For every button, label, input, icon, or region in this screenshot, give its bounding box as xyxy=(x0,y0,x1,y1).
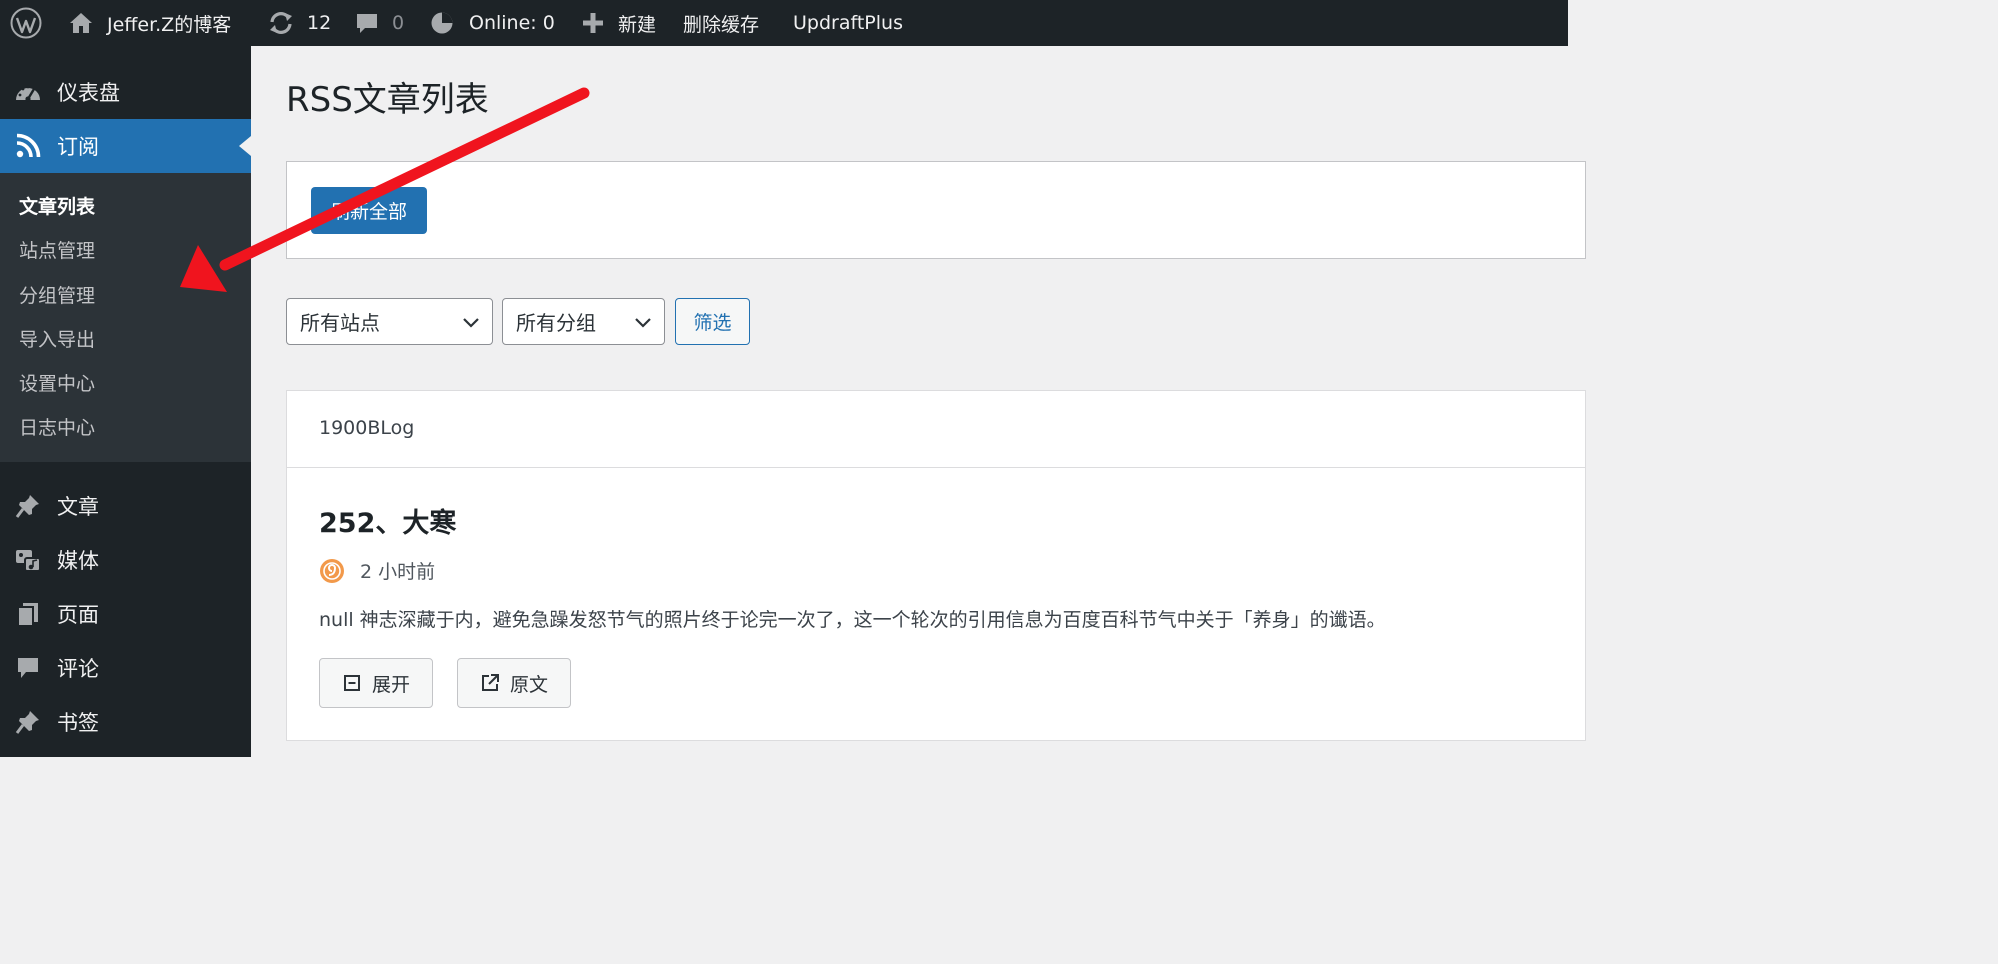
collapse-square-icon xyxy=(343,675,360,691)
group-filter-select[interactable]: 所有分组 xyxy=(502,298,665,345)
admin-bar: Jeffer.Z的博客 12 0 Online: 0 新建 删除缓存 Updra… xyxy=(0,0,1568,46)
menu-comments[interactable]: 评论 xyxy=(0,641,251,695)
page-title: RSS文章列表 xyxy=(286,80,489,120)
menu-posts-label: 文章 xyxy=(57,495,99,519)
admin-sidebar: 仪表盘 订阅 文章列表 站点管理 分组管理 导入导出 设置中心 日志中心 文章 xyxy=(0,46,251,757)
submenu-article-list[interactable]: 文章列表 xyxy=(19,192,95,222)
refresh-icon xyxy=(267,10,295,36)
subscribe-submenu: 文章列表 站点管理 分组管理 导入导出 设置中心 日志中心 xyxy=(0,173,251,462)
home-icon xyxy=(68,10,94,36)
rss-icon xyxy=(14,132,42,160)
site-avatar-icon xyxy=(320,558,344,583)
new-label: 新建 xyxy=(618,13,657,36)
feed-site-name: 1900BLog xyxy=(319,417,415,439)
bookmark-pin-icon xyxy=(14,708,42,736)
comments-count: 0 xyxy=(392,12,405,34)
comment-bubble-icon xyxy=(355,11,379,35)
menu-media-label: 媒体 xyxy=(57,549,99,573)
chevron-down-icon xyxy=(635,318,651,328)
menu-bookmarks-label: 书签 xyxy=(57,711,99,735)
updraftplus-link[interactable]: UpdraftPlus xyxy=(793,0,903,46)
original-label: 原文 xyxy=(509,674,548,696)
chevron-down-icon xyxy=(463,318,479,328)
site-filter-select[interactable]: 所有站点 xyxy=(286,298,493,345)
plus-icon xyxy=(582,12,604,34)
filter-button[interactable]: 筛选 xyxy=(675,298,750,345)
comments-link[interactable]: 0 xyxy=(355,0,404,46)
pages-icon xyxy=(14,600,42,628)
menu-posts[interactable]: 文章 xyxy=(0,479,251,533)
menu-dashboard[interactable]: 仪表盘 xyxy=(0,65,251,119)
menu-subscribe-label: 订阅 xyxy=(57,135,99,159)
menu-subscribe[interactable]: 订阅 xyxy=(0,119,251,173)
post-excerpt: null 神志深藏于内，避免急躁发怒节气的照片终于论完一次了，这一个轮次的引用信… xyxy=(319,609,1386,631)
feed-item-card: 1900BLog 252、大寒 2 小时前 null 神志深藏于内，避免急躁发怒… xyxy=(286,390,1586,741)
external-link-icon xyxy=(481,674,499,691)
actions-card: 刷新全部 xyxy=(286,161,1586,259)
expand-label: 展开 xyxy=(371,674,410,696)
menu-bookmarks[interactable]: 书签 xyxy=(0,695,251,749)
submenu-site-manage[interactable]: 站点管理 xyxy=(19,236,95,266)
updates-link[interactable]: 12 xyxy=(267,0,331,46)
group-filter-value: 所有分组 xyxy=(516,311,596,335)
submenu-settings[interactable]: 设置中心 xyxy=(19,369,95,399)
media-icon xyxy=(14,546,42,574)
original-link-button[interactable]: 原文 xyxy=(457,658,571,708)
menu-media[interactable]: 媒体 xyxy=(0,533,251,587)
submenu-import-export[interactable]: 导入导出 xyxy=(19,325,95,355)
pushpin-icon xyxy=(14,492,42,520)
post-title[interactable]: 252、大寒 xyxy=(319,501,456,540)
menu-pages[interactable]: 页面 xyxy=(0,587,251,641)
clear-cache-link[interactable]: 删除缓存 xyxy=(683,0,759,46)
post-time: 2 小时前 xyxy=(360,561,436,583)
menu-comments-label: 评论 xyxy=(57,657,99,681)
menu-dashboard-label: 仪表盘 xyxy=(57,81,120,105)
submenu-logs[interactable]: 日志中心 xyxy=(19,413,95,443)
updates-count: 12 xyxy=(307,12,332,34)
menu-pages-label: 页面 xyxy=(57,603,99,627)
wordpress-logo-icon[interactable] xyxy=(10,0,42,46)
post-meta: 2 小时前 xyxy=(319,557,435,584)
site-home-link[interactable]: Jeffer.Z的博客 xyxy=(68,0,231,46)
site-name: Jeffer.Z的博客 xyxy=(107,13,232,36)
comment-icon xyxy=(14,654,42,682)
refresh-all-button[interactable]: 刷新全部 xyxy=(311,187,427,234)
new-content-link[interactable]: 新建 xyxy=(582,0,656,46)
online-label: Online: 0 xyxy=(469,12,555,34)
pie-chart-icon xyxy=(430,11,454,35)
submenu-group-manage[interactable]: 分组管理 xyxy=(19,281,95,311)
dashboard-gauge-icon xyxy=(14,78,42,106)
site-filter-value: 所有站点 xyxy=(300,311,380,335)
online-indicator[interactable]: Online: 0 xyxy=(430,0,555,46)
expand-button[interactable]: 展开 xyxy=(319,658,433,708)
feed-header: 1900BLog xyxy=(287,391,1585,468)
